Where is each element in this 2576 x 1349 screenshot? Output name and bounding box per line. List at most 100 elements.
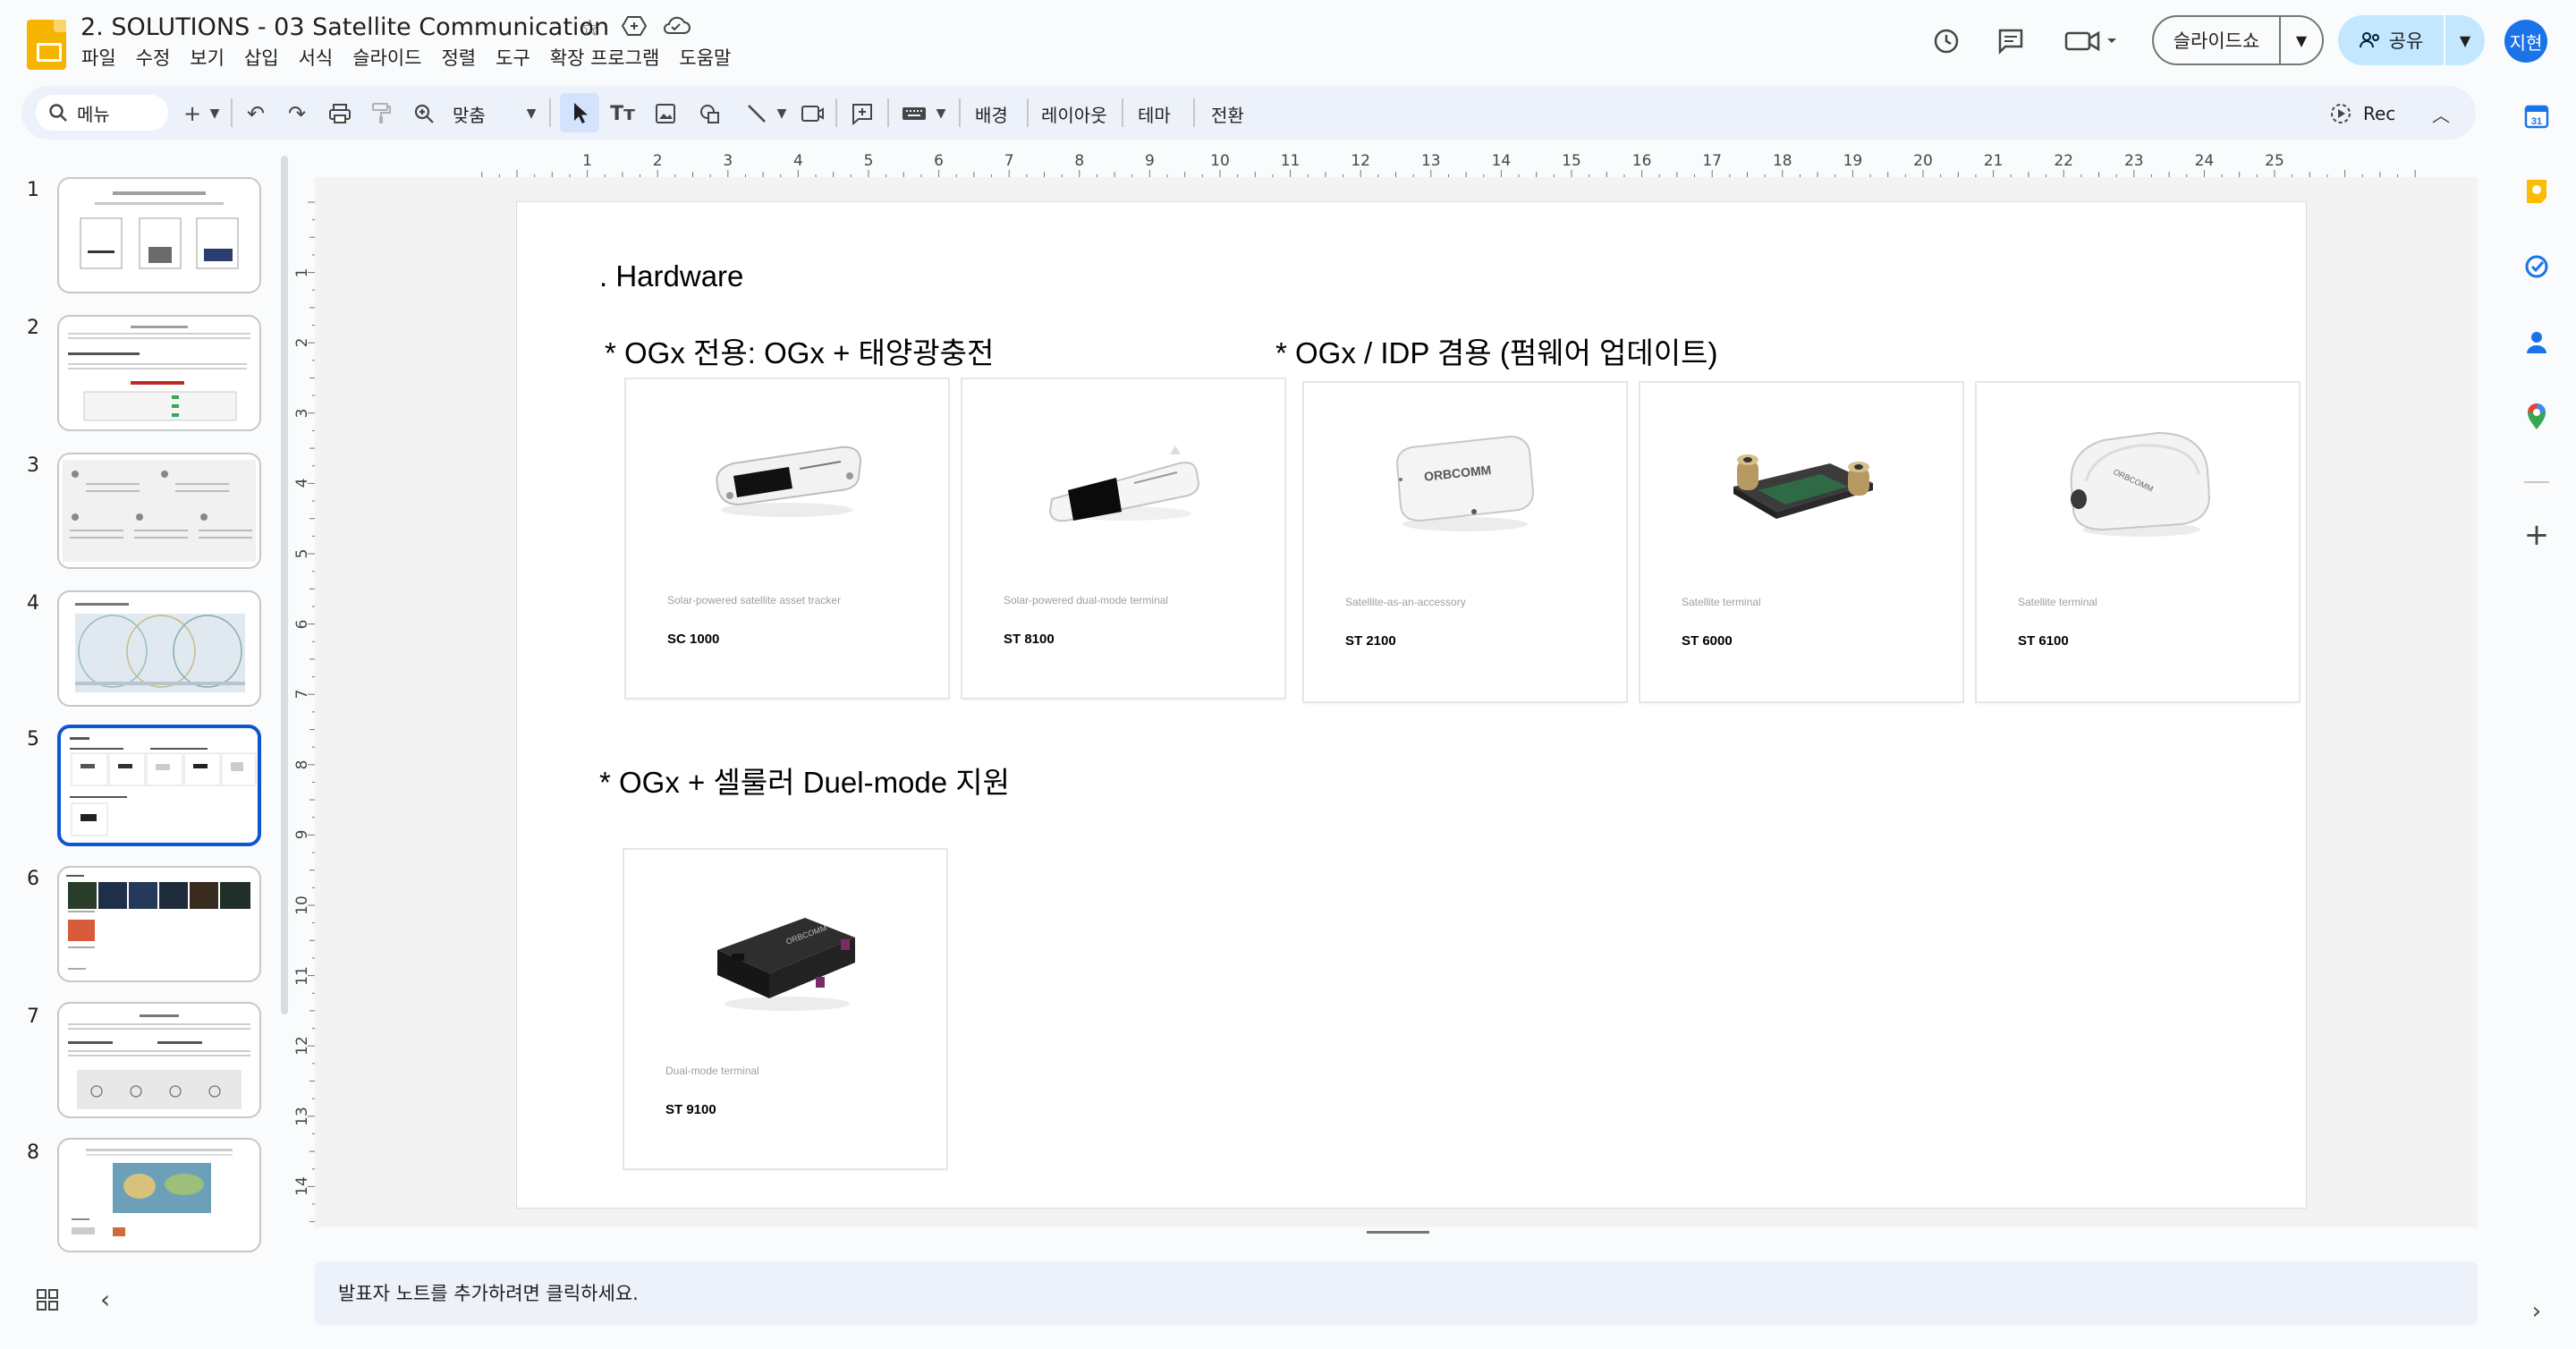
share-dropdown-icon[interactable]: ▼ xyxy=(2445,15,2485,65)
undo-icon[interactable]: ↶ xyxy=(240,97,272,131)
speaker-notes[interactable]: 발표자 노트를 추가하려면 클릭하세요. xyxy=(315,1261,2478,1326)
get-add-ons-icon[interactable]: + xyxy=(2521,517,2553,553)
share-main[interactable]: 공유 xyxy=(2338,15,2445,65)
input-tools-dropdown-icon[interactable]: ▼ xyxy=(932,97,950,131)
background-button[interactable]: 배경 xyxy=(975,97,1008,131)
section-title-ogx-idp[interactable]: * OGx / IDP 겸용 (펌웨어 업데이트) xyxy=(1275,329,1718,372)
rec-button[interactable]: Rec xyxy=(2363,97,2395,131)
ruler-label: 12 xyxy=(1351,152,1371,170)
document-title[interactable]: 2. SOLUTIONS - 03 Satellite Communicatio… xyxy=(80,13,609,41)
menu-insert[interactable]: 삽입 xyxy=(234,45,289,72)
contacts-icon[interactable] xyxy=(2521,326,2553,358)
section-title-ogx[interactable]: * OGx 전용: OGx + 태양광충전 xyxy=(605,329,994,372)
layout-button[interactable]: 레이아웃 xyxy=(1041,97,1107,131)
menu-format[interactable]: 서식 xyxy=(289,45,343,72)
product-card-st6100[interactable]: ORBCOMM Satellite terminal ST 6100 xyxy=(1977,383,2299,701)
show-side-panel-icon[interactable]: › xyxy=(2521,1295,2553,1328)
grid-view-icon[interactable] xyxy=(36,1288,59,1317)
tasks-icon[interactable] xyxy=(2521,250,2553,283)
slide-number: 5 xyxy=(27,728,39,751)
ruler-label: 7 xyxy=(1004,152,1014,170)
search-icon xyxy=(49,104,67,122)
text-box-icon[interactable]: Tт xyxy=(605,97,640,131)
toolbar-divider xyxy=(549,98,551,127)
menu-slide[interactable]: 슬라이드 xyxy=(343,45,431,72)
select-tool[interactable] xyxy=(560,93,599,132)
slide-number: 8 xyxy=(27,1141,39,1164)
ruler-label: 11 xyxy=(1280,152,1301,170)
filmstrip-scrollbar[interactable] xyxy=(281,156,288,1014)
slide-thumbnail-8[interactable] xyxy=(57,1138,261,1252)
menu-tools[interactable]: 도구 xyxy=(486,45,540,72)
line-dropdown-icon[interactable]: ▼ xyxy=(773,97,791,131)
line-icon[interactable] xyxy=(741,97,773,131)
slide-thumbnail-4[interactable] xyxy=(57,590,261,707)
insert-image-icon[interactable] xyxy=(649,97,682,131)
keyboard-icon[interactable] xyxy=(898,97,930,131)
slide-thumbnail-7[interactable] xyxy=(57,1002,261,1118)
menu-help[interactable]: 도움말 xyxy=(669,45,741,72)
share-label: 공유 xyxy=(2388,30,2424,52)
notes-resize-handle[interactable] xyxy=(1367,1231,1429,1234)
theme-button[interactable]: 테마 xyxy=(1138,97,1171,131)
transition-button[interactable]: 전환 xyxy=(1211,97,1244,131)
menu-arrange[interactable]: 정렬 xyxy=(431,45,486,72)
rec-icon[interactable] xyxy=(2326,97,2356,131)
current-slide[interactable]: . Hardware * OGx 전용: OGx + 태양광충전 * OGx /… xyxy=(517,202,2306,1208)
share-button[interactable]: 공유 ▼ xyxy=(2338,15,2485,65)
redo-icon[interactable]: ↷ xyxy=(281,97,313,131)
zoom-icon[interactable] xyxy=(408,97,440,131)
slideshow-dropdown-icon[interactable]: ▼ xyxy=(2281,17,2322,64)
slide-thumbnail-5[interactable] xyxy=(57,725,261,846)
print-icon[interactable] xyxy=(324,97,356,131)
meet-icon[interactable] xyxy=(2061,23,2123,59)
product-card-st2100[interactable]: ORBCOMM Satellite-as-an-accessory ST 210… xyxy=(1304,383,1626,701)
ruler-label: 15 xyxy=(1562,152,1581,170)
slide-thumbnail-1[interactable] xyxy=(57,177,261,293)
slideshow-label[interactable]: 슬라이드쇼 xyxy=(2154,17,2281,64)
zoom-dropdown-icon[interactable]: ▼ xyxy=(522,97,540,131)
calendar-icon[interactable]: 31 xyxy=(2521,100,2553,132)
slide-thumbnail-6[interactable] xyxy=(57,866,261,982)
slideshow-button[interactable]: 슬라이드쇼 ▼ xyxy=(2152,15,2324,65)
insert-video-icon[interactable] xyxy=(796,97,828,131)
horizontal-ruler[interactable] xyxy=(315,152,2478,177)
slide-thumbnail-3[interactable] xyxy=(57,453,261,569)
toolbar-divider xyxy=(887,98,889,127)
menu-view[interactable]: 보기 xyxy=(180,45,234,72)
product-card-st9100[interactable]: ORBCOMM Dual-mode terminal ST 9100 xyxy=(624,850,946,1168)
menu-edit[interactable]: 수정 xyxy=(126,45,181,72)
add-comment-icon[interactable] xyxy=(844,97,880,131)
star-icon[interactable]: ☆ xyxy=(580,15,600,42)
collapse-filmstrip-icon[interactable]: ‹ xyxy=(100,1285,110,1314)
cloud-saved-icon[interactable] xyxy=(662,15,691,43)
version-history-icon[interactable] xyxy=(1928,23,1964,59)
move-to-drive-icon[interactable] xyxy=(621,15,648,45)
ruler-label: 4 xyxy=(293,478,311,488)
product-card-st6000[interactable]: Satellite terminal ST 6000 xyxy=(1640,383,1962,701)
product-card-st8100[interactable]: Solar-powered dual-mode terminal ST 8100 xyxy=(962,379,1284,698)
product-name: ST 9100 xyxy=(665,1102,716,1117)
zoom-level[interactable]: 맞춤 xyxy=(453,97,486,131)
paint-format-icon[interactable] xyxy=(365,97,397,131)
ruler-label: 9 xyxy=(1144,152,1155,170)
slide-thumbnail-2[interactable] xyxy=(57,315,261,431)
product-card-sc1000[interactable]: Solar-powered satellite asset tracker SC… xyxy=(626,379,948,698)
maps-icon[interactable] xyxy=(2521,401,2553,433)
slide-heading[interactable]: . Hardware xyxy=(599,259,743,293)
dome-terminal-image: ORBCOMM xyxy=(2070,431,2211,537)
slides-logo-icon[interactable] xyxy=(27,20,66,70)
menu-extensions[interactable]: 확장 프로그램 xyxy=(540,45,670,72)
shape-icon[interactable] xyxy=(694,97,726,131)
section-title-dual-mode[interactable]: * OGx + 셀룰러 Duel-mode 지원 xyxy=(599,759,1010,802)
new-slide-icon[interactable]: + xyxy=(179,97,206,131)
menu-file[interactable]: 파일 xyxy=(72,45,126,72)
comments-icon[interactable] xyxy=(1993,23,2029,59)
search-menus[interactable]: 메뉴 xyxy=(36,95,168,131)
new-slide-dropdown-icon[interactable]: ▼ xyxy=(206,97,224,131)
ruler-label: 8 xyxy=(293,759,311,770)
account-avatar[interactable]: 지현 xyxy=(2504,20,2547,63)
keep-icon[interactable] xyxy=(2521,175,2553,208)
ruler-label: 5 xyxy=(293,548,311,559)
collapse-menus-icon[interactable]: ︿ xyxy=(2426,97,2456,131)
